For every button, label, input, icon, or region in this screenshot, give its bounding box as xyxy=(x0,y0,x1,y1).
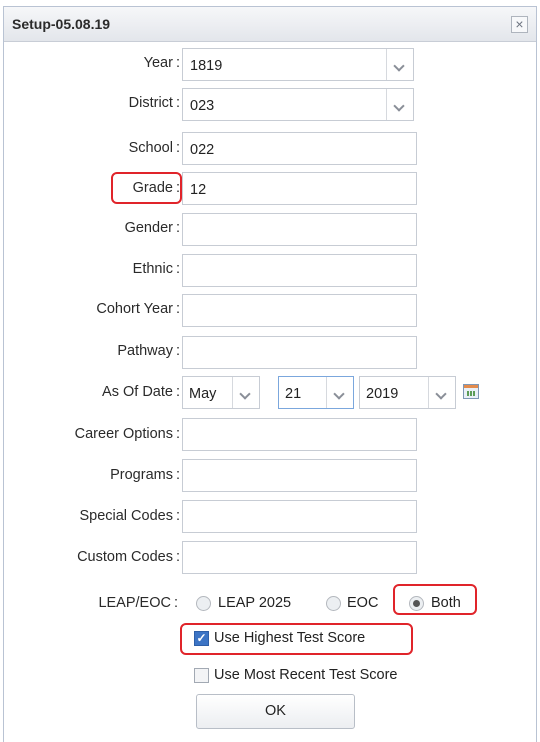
district-label: District: xyxy=(128,95,180,111)
chevron-down-icon[interactable] xyxy=(428,377,455,408)
school-input[interactable]: 022 xyxy=(182,132,417,165)
radio-eoc[interactable] xyxy=(326,596,341,611)
cohort-year-label: Cohort Year: xyxy=(96,301,180,317)
radio-leap-2025[interactable] xyxy=(196,596,211,611)
close-icon[interactable]: × xyxy=(511,16,528,33)
grade-input[interactable]: 12 xyxy=(182,172,417,205)
use-most-recent-test-score-checkbox[interactable] xyxy=(194,668,209,683)
programs-input[interactable] xyxy=(182,459,417,492)
pathway-input[interactable] xyxy=(182,336,417,369)
career-options-label: Career Options: xyxy=(74,426,180,442)
radio-both-label: Both xyxy=(431,595,461,611)
ok-button[interactable]: OK xyxy=(196,694,355,729)
chevron-down-icon[interactable] xyxy=(232,377,259,408)
special-codes-label: Special Codes: xyxy=(79,508,180,524)
custom-codes-label: Custom Codes: xyxy=(77,549,180,565)
use-highest-test-score-checkbox[interactable]: ✓ xyxy=(194,631,209,646)
custom-codes-input[interactable] xyxy=(182,541,417,574)
leap-eoc-label: LEAP/EOC: xyxy=(98,595,178,611)
gender-input[interactable] xyxy=(182,213,417,246)
ethnic-label: Ethnic: xyxy=(132,261,180,277)
dialog-titlebar: Setup-05.08.19 × xyxy=(4,7,536,42)
career-options-input[interactable] xyxy=(182,418,417,451)
radio-leap-2025-label: LEAP 2025 xyxy=(218,595,292,611)
chevron-down-icon[interactable] xyxy=(326,377,353,408)
pathway-label: Pathway: xyxy=(117,343,180,359)
gender-label: Gender: xyxy=(124,220,180,236)
year-of-date-select[interactable]: 2019 xyxy=(359,376,456,409)
special-codes-input[interactable] xyxy=(182,500,417,533)
year-select[interactable]: 1819 xyxy=(182,48,414,81)
as-of-date-label: As Of Date: xyxy=(102,384,180,400)
month-select[interactable]: May xyxy=(182,376,260,409)
ethnic-input[interactable] xyxy=(182,254,417,287)
school-label: School: xyxy=(128,140,180,156)
programs-label: Programs: xyxy=(110,467,180,483)
district-select[interactable]: 023 xyxy=(182,88,414,121)
radio-both[interactable] xyxy=(409,596,424,611)
year-label: Year: xyxy=(143,55,180,71)
grade-label: Grade: xyxy=(132,180,180,196)
day-select[interactable]: 21 xyxy=(278,376,354,409)
calendar-icon[interactable] xyxy=(463,384,479,399)
use-most-recent-test-score-label: Use Most Recent Test Score xyxy=(214,667,398,683)
cohort-year-input[interactable] xyxy=(182,294,417,327)
use-highest-test-score-label: Use Highest Test Score xyxy=(214,630,366,646)
chevron-down-icon[interactable] xyxy=(386,89,413,120)
radio-eoc-label: EOC xyxy=(347,595,379,611)
dialog-title: Setup-05.08.19 xyxy=(12,16,111,32)
chevron-down-icon[interactable] xyxy=(386,49,413,80)
